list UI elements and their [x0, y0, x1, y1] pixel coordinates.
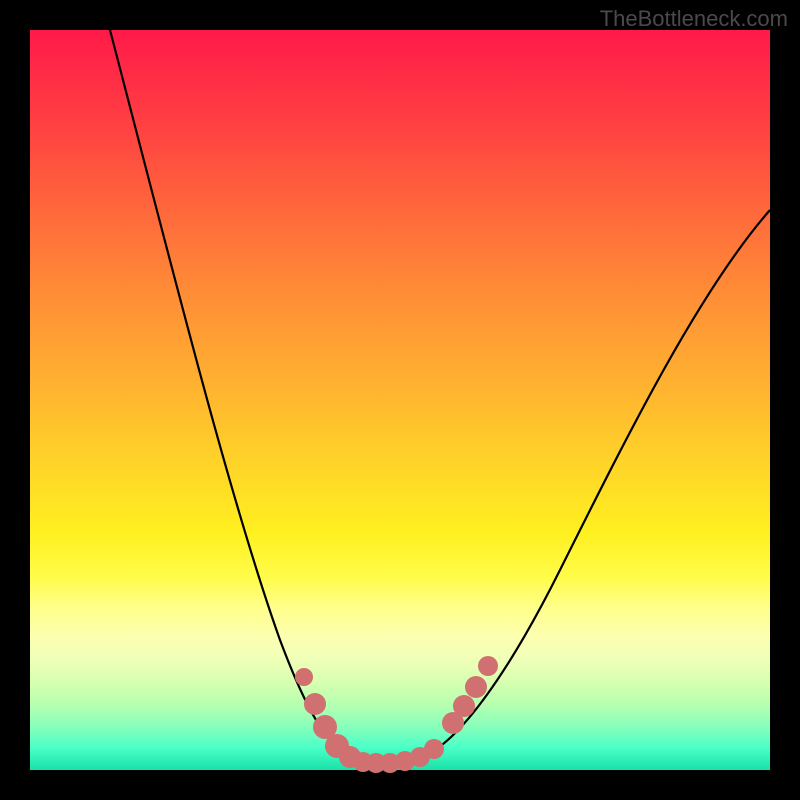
marker-dot — [478, 656, 498, 676]
chart-frame: TheBottleneck.com — [0, 0, 800, 800]
bottleneck-curve — [110, 30, 770, 763]
marker-dot — [465, 676, 487, 698]
watermark-text: TheBottleneck.com — [600, 6, 788, 32]
marker-dot — [453, 695, 475, 717]
plot-area — [30, 30, 770, 770]
marker-group — [295, 656, 498, 773]
chart-svg — [30, 30, 770, 770]
marker-dot — [424, 739, 444, 759]
marker-dot — [295, 668, 313, 686]
marker-dot — [304, 693, 326, 715]
